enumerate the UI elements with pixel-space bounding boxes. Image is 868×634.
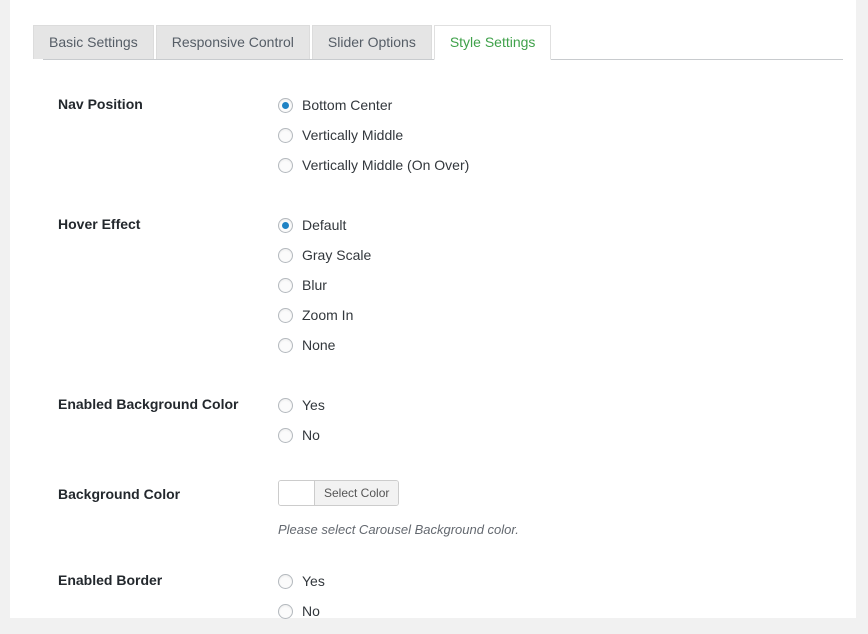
radio-option-enabled-border-no[interactable]: No bbox=[278, 596, 818, 626]
label-enabled-border: Enabled Border bbox=[58, 572, 163, 588]
radio-option-zoom-in[interactable]: Zoom In bbox=[278, 300, 818, 330]
label-nav-position: Nav Position bbox=[58, 96, 143, 112]
radio-option-label: Yes bbox=[302, 397, 325, 413]
radio-option-label: Default bbox=[302, 217, 347, 233]
radio-option-label: Vertically Middle bbox=[302, 127, 404, 143]
tab-label: Responsive Control bbox=[171, 34, 294, 50]
radio-option-label: Blur bbox=[302, 277, 327, 293]
color-swatch[interactable] bbox=[279, 481, 315, 505]
radio-option-default[interactable]: Default bbox=[278, 210, 818, 240]
radio-option-enabled-background-no[interactable]: No bbox=[278, 420, 818, 450]
field-background-color: Select Color Please select Carousel Back… bbox=[278, 478, 818, 539]
radio-button-icon[interactable] bbox=[278, 397, 293, 413]
radio-option-bottom-center[interactable]: Bottom Center bbox=[278, 90, 818, 120]
field-hover-effect: Default Gray Scale Blur Zoom In None bbox=[278, 208, 818, 360]
radio-button-icon[interactable] bbox=[278, 217, 293, 233]
radio-option-label: None bbox=[302, 337, 336, 353]
tab-strip: Basic Settings Responsive Control Slider… bbox=[33, 25, 553, 60]
style-settings-form: Nav Position Bottom Center Vertically Mi… bbox=[58, 88, 818, 634]
radio-option-gray-scale[interactable]: Gray Scale bbox=[278, 240, 818, 270]
background-color-description: Please select Carousel Background color. bbox=[278, 522, 519, 537]
radio-button-icon[interactable] bbox=[278, 157, 293, 173]
form-row-enabled-background-color: Enabled Background Color Yes No bbox=[58, 388, 818, 478]
radio-button-icon[interactable] bbox=[278, 427, 293, 443]
tab-label: Slider Options bbox=[327, 34, 416, 50]
tab-bar: Basic Settings Responsive Control Slider… bbox=[33, 25, 856, 60]
label-hover-effect: Hover Effect bbox=[58, 216, 141, 232]
radio-option-label: Yes bbox=[302, 573, 325, 589]
form-row-hover-effect: Hover Effect Default Gray Scale Blur Zoo… bbox=[58, 208, 818, 388]
select-color-button[interactable]: Select Color bbox=[278, 480, 400, 506]
radio-option-label: Vertically Middle (On Over) bbox=[302, 157, 470, 173]
tab-style-settings[interactable]: Style Settings bbox=[433, 25, 552, 60]
label-background-color: Background Color bbox=[58, 486, 181, 502]
radio-button-icon[interactable] bbox=[278, 127, 293, 143]
radio-button-icon[interactable] bbox=[278, 337, 293, 353]
field-enabled-border: Yes No bbox=[278, 564, 818, 626]
radio-button-icon[interactable] bbox=[278, 603, 293, 619]
select-color-button-label: Select Color bbox=[315, 481, 399, 505]
radio-option-label: Bottom Center bbox=[302, 97, 393, 113]
radio-option-none[interactable]: None bbox=[278, 330, 818, 360]
tab-label: Basic Settings bbox=[49, 34, 138, 50]
radio-option-blur[interactable]: Blur bbox=[278, 270, 818, 300]
radio-button-icon[interactable] bbox=[278, 97, 293, 113]
radio-button-icon[interactable] bbox=[278, 247, 293, 263]
tab-label: Style Settings bbox=[449, 34, 536, 50]
tab-responsive-control[interactable]: Responsive Control bbox=[155, 25, 310, 59]
radio-button-icon[interactable] bbox=[278, 277, 293, 293]
radio-option-label: No bbox=[302, 603, 320, 619]
form-row-enabled-border: Enabled Border Yes No bbox=[58, 564, 818, 634]
label-enabled-background-color: Enabled Background Color bbox=[58, 396, 239, 412]
radio-option-vertically-middle-on-over[interactable]: Vertically Middle (On Over) bbox=[278, 150, 818, 180]
field-enabled-background-color: Yes No bbox=[278, 388, 818, 450]
radio-option-label: No bbox=[302, 427, 320, 443]
form-row-nav-position: Nav Position Bottom Center Vertically Mi… bbox=[58, 88, 818, 208]
tab-slider-options[interactable]: Slider Options bbox=[311, 25, 432, 59]
radio-button-icon[interactable] bbox=[278, 573, 293, 589]
radio-option-vertically-middle[interactable]: Vertically Middle bbox=[278, 120, 818, 150]
radio-option-label: Zoom In bbox=[302, 307, 354, 323]
radio-button-icon[interactable] bbox=[278, 307, 293, 323]
radio-option-label: Gray Scale bbox=[302, 247, 372, 263]
radio-option-enabled-background-yes[interactable]: Yes bbox=[278, 390, 818, 420]
tab-basic-settings[interactable]: Basic Settings bbox=[33, 25, 154, 59]
settings-panel: Basic Settings Responsive Control Slider… bbox=[10, 0, 856, 619]
field-nav-position: Bottom Center Vertically Middle Vertical… bbox=[278, 88, 818, 180]
radio-option-enabled-border-yes[interactable]: Yes bbox=[278, 566, 818, 596]
form-row-background-color: Background Color Select Color Please sel… bbox=[58, 478, 818, 564]
